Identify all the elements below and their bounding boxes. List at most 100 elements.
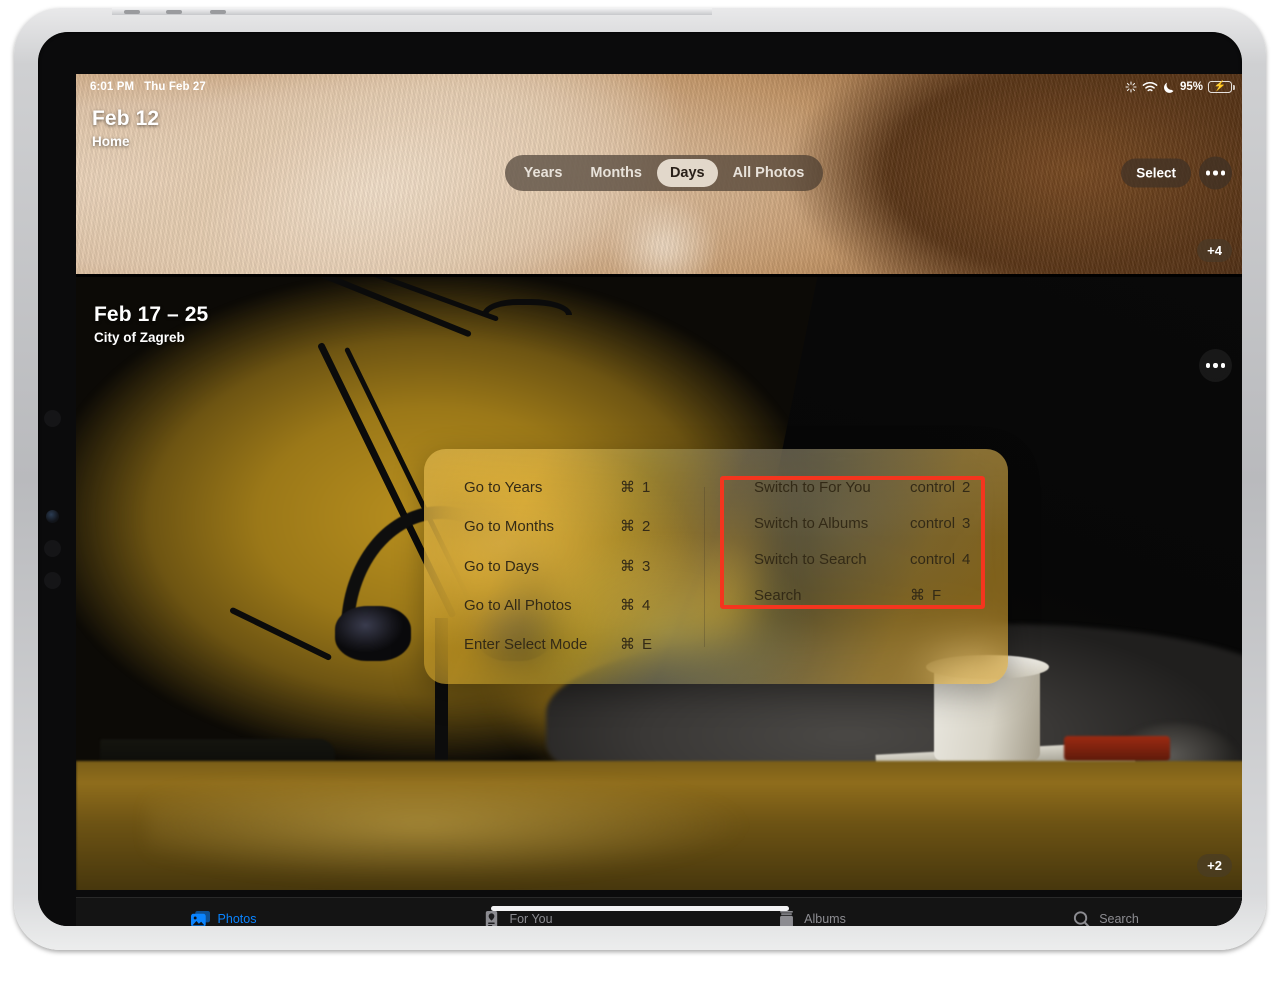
status-date: Thu Feb 27 <box>144 81 206 93</box>
tab-label: Albums <box>804 912 846 926</box>
tab-photos[interactable]: Photos <box>76 910 370 926</box>
shortcut-row-enter-select-mode[interactable]: Enter Select Mode ⌘ E <box>464 636 696 654</box>
shortcut-row-go-to-all-photos[interactable]: Go to All Photos ⌘ 4 <box>464 597 696 615</box>
command-key-icon: ⌘ <box>620 479 635 496</box>
ipad-screen: Feb 12 Home +4 Feb 17 – 25 City of Zagre… <box>76 74 1242 926</box>
shortcut-keys: control 4 <box>910 551 986 569</box>
photo-detail <box>1063 735 1170 761</box>
moon-icon <box>1163 82 1174 93</box>
select-button[interactable]: Select <box>1121 158 1191 188</box>
shortcut-key: F <box>932 587 942 604</box>
ellipsis-icon <box>1220 363 1226 368</box>
photos-nav-bar: Years Months Days All Photos Select <box>76 152 1242 194</box>
device-antenna-notch <box>210 10 226 14</box>
ellipsis-icon <box>1213 170 1218 176</box>
ellipsis-icon <box>1213 363 1218 368</box>
shortcut-keys: control 3 <box>910 515 986 533</box>
sensor-dot-icon <box>44 540 61 557</box>
shortcut-label: Switch to Albums <box>754 515 869 532</box>
battery-percent-label: 95% <box>1179 81 1203 93</box>
shortcut-column-left: Go to Years ⌘ 1 Go to Months ⌘ 2 Go to D… <box>424 479 720 654</box>
photo-count-badge[interactable]: +4 <box>1197 239 1232 262</box>
group-label-feb-17-25: Feb 17 – 25 City of Zagreb <box>94 302 208 347</box>
tab-for-you[interactable]: For You <box>370 910 664 926</box>
charging-bolt-icon: ⚡ <box>1213 81 1227 92</box>
group-title: Feb 17 – 25 <box>94 303 209 326</box>
keyboard-shortcuts-overlay: Go to Years ⌘ 1 Go to Months ⌘ 2 Go to D… <box>424 449 1008 684</box>
control-key-label: control <box>910 479 956 496</box>
shortcut-label: Go to All Photos <box>464 596 572 614</box>
status-bar-left: 6:01 PM Thu Feb 27 <box>90 81 206 93</box>
ellipsis-icon <box>1220 170 1226 176</box>
shortcut-key: E <box>642 636 653 653</box>
tab-label: For You <box>509 912 553 926</box>
shortcut-key: 3 <box>642 557 651 575</box>
battery-charging-icon: ⚡ <box>1208 81 1235 93</box>
shortcut-key: 1 <box>642 479 651 496</box>
group-subtitle: City of Zagreb <box>94 330 185 345</box>
shortcut-key: 3 <box>962 515 971 532</box>
control-key-label: control <box>910 551 956 568</box>
command-key-icon: ⌘ <box>620 557 635 575</box>
tab-search[interactable]: Search <box>958 910 1242 926</box>
shortcut-label: Switch to Search <box>754 551 867 568</box>
photo-count-badge[interactable]: +2 <box>1197 854 1232 877</box>
home-indicator[interactable] <box>491 906 789 911</box>
segment-months[interactable]: Months <box>577 159 655 187</box>
timeline-segmented-control[interactable]: Years Months Days All Photos <box>504 155 824 191</box>
device-antenna-notch <box>166 10 182 14</box>
ellipsis-icon <box>1205 363 1211 368</box>
shortcut-row-go-to-years[interactable]: Go to Years ⌘ 1 <box>464 479 696 497</box>
shortcut-key: 4 <box>962 551 971 568</box>
command-key-icon: ⌘ <box>620 636 635 653</box>
device-bezel: Feb 12 Home +4 Feb 17 – 25 City of Zagre… <box>38 32 1242 926</box>
shortcut-row-switch-to-for-you[interactable]: Switch to For You control 2 <box>754 479 986 497</box>
ellipsis-icon <box>1205 170 1211 176</box>
shortcut-row-switch-to-albums[interactable]: Switch to Albums control 3 <box>754 515 986 533</box>
shortcut-label: Enter Select Mode <box>464 636 588 653</box>
status-bar: 6:01 PM Thu Feb 27 95% ⚡ <box>76 74 1242 100</box>
shortcut-label: Go to Days <box>464 557 540 575</box>
front-camera-icon <box>46 510 59 523</box>
shortcut-row-switch-to-search[interactable]: Switch to Search control 4 <box>754 551 986 569</box>
shortcut-label: Go to Years <box>464 479 543 496</box>
shortcut-row-search[interactable]: Search ⌘ F <box>754 587 986 605</box>
group-label-feb-12: Feb 12 Home <box>92 106 159 151</box>
shortcut-keys: ⌘ E <box>620 636 696 654</box>
shortcut-keys: control 2 <box>910 479 986 497</box>
segment-days[interactable]: Days <box>656 159 718 187</box>
command-key-icon: ⌘ <box>620 596 635 614</box>
status-bar-right: 95% ⚡ <box>1125 81 1235 94</box>
shortcut-keys: ⌘ F <box>910 587 986 605</box>
photo-detail <box>146 785 829 885</box>
shortcut-key: 4 <box>642 596 651 614</box>
shortcut-columns: Go to Years ⌘ 1 Go to Months ⌘ 2 Go to D… <box>424 449 1008 684</box>
tab-label: Photos <box>217 912 257 926</box>
sensor-dot-icon <box>44 572 61 589</box>
shortcut-row-go-to-days[interactable]: Go to Days ⌘ 3 <box>464 558 696 576</box>
segment-years[interactable]: Years <box>511 159 576 187</box>
shortcut-column-right: Switch to For You control 2 Switch to Al… <box>720 479 1008 654</box>
shortcut-label: Switch to For You <box>754 479 871 496</box>
shortcut-keys: ⌘ 3 <box>620 558 696 576</box>
shortcut-label: Search <box>754 587 802 604</box>
nav-more-button[interactable] <box>1199 156 1232 190</box>
tab-albums[interactable]: Albums <box>664 910 958 926</box>
airdrop-icon <box>1125 81 1137 93</box>
group-more-button[interactable] <box>1199 349 1232 382</box>
shortcut-keys: ⌘ 2 <box>620 518 696 536</box>
segment-all-photos[interactable]: All Photos <box>720 159 818 187</box>
shortcut-keys: ⌘ 1 <box>620 479 696 497</box>
wifi-icon <box>1142 81 1158 92</box>
sensor-dot-icon <box>44 410 61 427</box>
shortcut-label: Go to Months <box>464 518 555 536</box>
magnifier-icon <box>1074 910 1091 926</box>
column-divider <box>704 487 705 647</box>
shortcut-row-go-to-months[interactable]: Go to Months ⌘ 2 <box>464 518 696 536</box>
photo-detail <box>334 605 412 662</box>
tab-label: Search <box>1099 912 1139 926</box>
for-you-card-icon <box>486 910 498 926</box>
shortcut-key: 2 <box>642 518 651 536</box>
tab-bar: Photos For You Albums Search <box>76 897 1242 926</box>
device-top-edge <box>112 8 712 15</box>
